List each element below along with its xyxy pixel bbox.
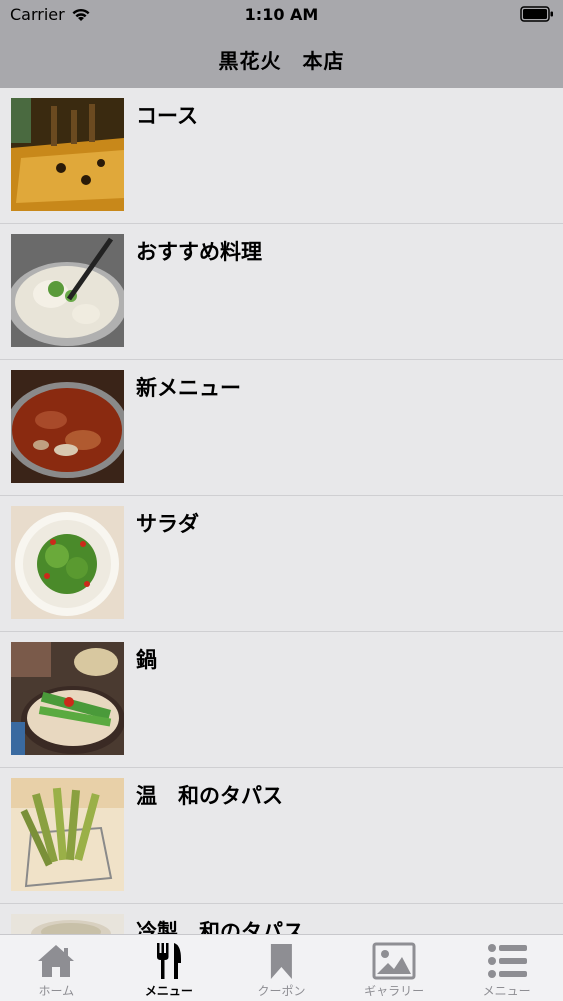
home-icon [38,945,75,977]
list-item-label: 冷製 和のタパス [136,920,304,934]
list-icon [487,944,527,978]
tab-label: ホーム [38,984,75,998]
tab-bar: ホーム メニュー クーポン ギャラリー メニュー [0,934,563,1001]
tab-label: クーポン [257,984,306,998]
list-item-salad[interactable]: サラダ [0,496,563,632]
list-item-course[interactable]: コース [0,88,563,224]
list-item-label: サラダ [136,512,199,536]
list-item-label: おすすめ料理 [136,240,262,264]
navigation-bar: 黒花火 本店 [0,30,563,88]
list-item-label: 新メニュー [136,376,241,400]
status-bar: Carrier 1:10 AM [0,0,563,30]
tab-coupon[interactable]: クーポン [225,935,338,1001]
list-item-warm-tapas[interactable]: 温 和のタパス [0,768,563,904]
tab-label: ギャラリー [364,984,425,998]
list-item-new-menu[interactable]: 新メニュー [0,360,563,496]
tab-menu-list[interactable]: メニュー [450,935,563,1001]
menu-category-list[interactable]: コース おすすめ料理 新メニュー サラダ 鍋 温 和のタパス 冷製 和のタパス [0,88,563,934]
thumbnail-salad-plate [11,506,124,619]
thumbnail-fried-okra-basket [11,778,124,891]
tab-home[interactable]: ホーム [0,935,113,1001]
list-item-recommended[interactable]: おすすめ料理 [0,224,563,360]
bookmark-icon [271,944,293,979]
page-title: 黒花火 本店 [218,48,345,73]
list-item-label: コース [136,104,198,128]
tab-gallery[interactable]: ギャラリー [338,935,451,1001]
tab-label: メニュー [482,984,531,998]
list-item-label: 鍋 [136,648,157,672]
tab-label: メニュー [144,984,193,998]
list-item-cold-tapas[interactable]: 冷製 和のタパス [0,904,563,934]
battery-icon [520,6,553,22]
thumbnail-stew-dish [11,370,124,483]
photo-icon [372,942,416,980]
thumbnail-motsunabe-set [11,642,124,755]
status-time: 1:10 AM [244,5,319,24]
fork-knife-icon [156,943,181,979]
list-item-hotpot[interactable]: 鍋 [0,632,563,768]
tab-menu[interactable]: メニュー [113,935,226,1001]
list-item-label: 温 和のタパス [136,784,283,808]
thumbnail-hotpot-ladle [11,234,124,347]
thumbnail-cold-dish [11,914,124,934]
thumbnail-restaurant-interior [11,98,124,211]
